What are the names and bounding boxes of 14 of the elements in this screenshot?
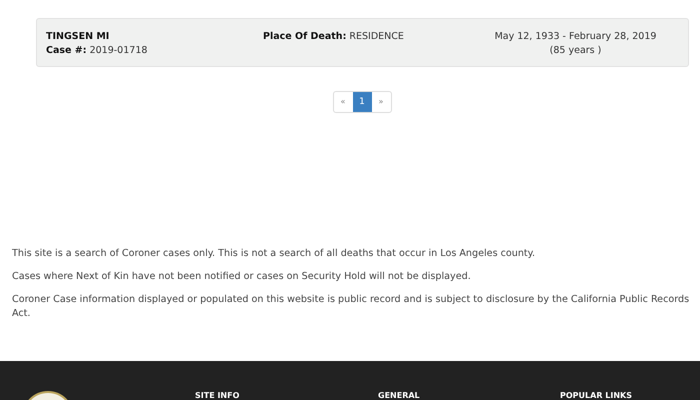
page-link[interactable]: 1 — [352, 92, 372, 112]
case-number: Case #: 2019-01718 — [46, 44, 148, 58]
previous-page-link[interactable]: « — [334, 92, 352, 112]
decedent-name: TINGSEN MI — [46, 30, 110, 44]
footer-heading: GENERAL — [378, 391, 420, 400]
age-text: (85 years ) — [548, 44, 602, 58]
footer-heading: POPULAR LINKS — [560, 391, 632, 400]
notice-text: This site is a search of Coroner cases only. This is not a search of all deaths that occur in Los Angeles county. — [12, 247, 536, 261]
place-of-death: Place Of Death: RESIDENCE — [263, 30, 405, 44]
next-page-link[interactable]: » — [372, 92, 390, 112]
life-dates: May 12, 1933 - February 28, 2019 — [494, 30, 658, 44]
notice-text: Cases where Next of Kin have not been notified or cases on Security Hold will not be displayed. — [12, 270, 472, 284]
notice-text: Coroner Case information displayed or populated on this website is public record and is subject to disclosure by the California Public Records Act. — [12, 293, 690, 321]
footer-heading: SITE INFO — [195, 391, 240, 400]
